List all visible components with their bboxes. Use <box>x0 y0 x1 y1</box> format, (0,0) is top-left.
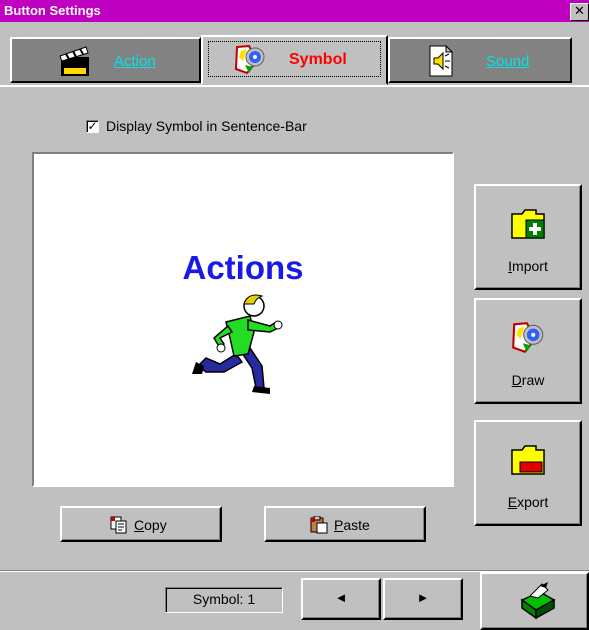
copy-text: opy <box>144 517 167 533</box>
export-accel: E <box>507 494 518 510</box>
next-symbol-button[interactable]: ► <box>383 578 463 620</box>
import-text: mport <box>512 258 548 274</box>
symbol-preview: Actions <box>32 152 454 487</box>
import-label: Import <box>476 258 580 274</box>
draw-text: raw <box>521 372 545 388</box>
copy-label: Copy <box>134 517 167 533</box>
tab-action[interactable]: Action <box>10 37 201 83</box>
paste-text: aste <box>343 517 370 533</box>
paste-accel: P <box>334 517 344 533</box>
symbol-counter: Symbol: 1 <box>165 587 283 613</box>
tab-panel-edge <box>0 85 589 87</box>
copy-button[interactable]: Copy <box>60 506 222 542</box>
export-label: Export <box>476 494 580 510</box>
arrow-right-icon: ► <box>416 590 430 605</box>
display-symbol-checkbox[interactable]: ✓ <box>86 120 99 133</box>
export-button[interactable]: Export <box>474 420 582 526</box>
tab-sound[interactable]: Sound <box>388 37 572 83</box>
speaker-icon <box>429 44 454 77</box>
tab-symbol[interactable]: Symbol <box>201 35 388 85</box>
tab-symbol-label: Symbol <box>289 51 347 68</box>
window-title: Button Settings <box>4 3 101 18</box>
close-button[interactable]: ✕ <box>570 3 589 21</box>
copy-icon <box>110 516 127 534</box>
symbol-draw-icon <box>512 322 544 353</box>
tab-sound-label: Sound <box>486 53 530 70</box>
tab-action-label: Action <box>114 53 156 70</box>
folder-add-icon <box>511 209 545 239</box>
folder-remove-icon <box>511 445 545 475</box>
paste-icon <box>310 516 328 534</box>
import-button[interactable]: Import <box>474 184 582 290</box>
running-man-icon <box>192 294 283 394</box>
copy-accel: C <box>134 517 145 533</box>
export-text: xport <box>517 494 549 510</box>
symbol-caption: Actions <box>182 249 304 286</box>
draw-accel: D <box>511 372 522 388</box>
display-symbol-label: Display Symbol in Sentence-Bar <box>106 118 307 134</box>
previous-symbol-button[interactable]: ◄ <box>301 578 381 620</box>
draw-button[interactable]: Draw <box>474 298 582 404</box>
cash-register-icon <box>520 582 556 620</box>
clapperboard-icon <box>59 46 89 76</box>
arrow-left-icon: ◄ <box>334 590 348 605</box>
paste-label: Paste <box>334 517 370 533</box>
paste-button[interactable]: Paste <box>264 506 426 542</box>
draw-label: Draw <box>476 372 580 388</box>
title-bar: Button Settings ✕ <box>0 0 589 22</box>
symbol-draw-icon <box>234 44 265 75</box>
tab-strip: Action Symbol Sound <box>10 35 572 85</box>
ok-button[interactable] <box>480 572 589 630</box>
